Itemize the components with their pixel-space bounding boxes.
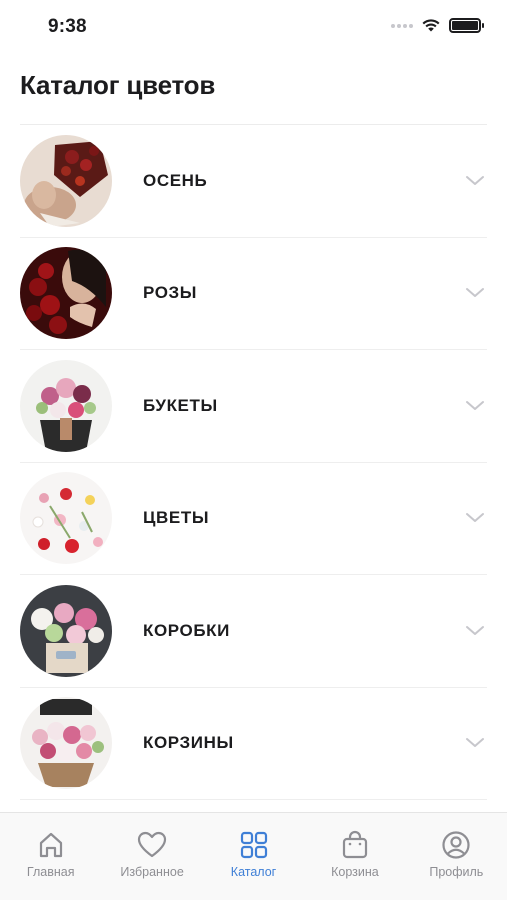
catalog-item-boxes[interactable]: КОРОБКИ <box>20 575 487 688</box>
catalog-item-label: РОЗЫ <box>143 283 198 303</box>
tab-label: Каталог <box>230 865 277 879</box>
autumn-bouquet-photo <box>20 134 112 227</box>
tab-label: Избранное <box>120 865 184 879</box>
catalog-item-label: КОРОБКИ <box>143 620 230 640</box>
tab-cart[interactable]: Корзина <box>304 813 405 900</box>
flower-box-photo <box>20 584 112 677</box>
chevron-down-icon <box>466 288 484 298</box>
wifi-icon <box>422 19 440 32</box>
catalog-item-baskets[interactable]: КОРЗИНЫ <box>20 688 487 800</box>
chevron-down-icon <box>466 400 484 410</box>
chevron-down-icon <box>466 625 484 635</box>
bouquet-photo <box>20 359 112 452</box>
tab-profile[interactable]: Профиль <box>406 813 507 900</box>
status-time: 9:38 <box>48 16 87 37</box>
chevron-down-icon <box>466 738 484 748</box>
tab-label: Главная <box>26 865 75 879</box>
catalog-item-roses[interactable]: РОЗЫ <box>20 238 487 350</box>
heart-icon <box>138 831 167 858</box>
catalog-item-label: БУКЕТЫ <box>143 395 218 415</box>
red-roses-photo <box>20 247 112 340</box>
battery-icon <box>449 18 484 33</box>
bag-icon <box>342 830 368 859</box>
catalog-list: ОСЕНЬ РОЗЫ БУКЕТЫ ЦВЕТЫ КОРОБКИ КОРЗИНЫ <box>0 125 507 800</box>
status-bar: 9:38 <box>0 0 507 56</box>
tab-catalog[interactable]: Каталог <box>203 813 304 900</box>
chevron-down-icon <box>466 175 484 185</box>
catalog-item-label: ЦВЕТЫ <box>143 508 210 528</box>
status-indicators <box>391 18 484 33</box>
user-circle-icon <box>442 831 470 859</box>
catalog-item-flowers[interactable]: ЦВЕТЫ <box>20 463 487 575</box>
flower-basket-photo <box>20 697 112 790</box>
tab-home[interactable]: Главная <box>0 813 101 900</box>
cellular-signal-icon <box>391 23 413 28</box>
chevron-down-icon <box>466 513 484 523</box>
tab-label: Профиль <box>429 865 484 879</box>
catalog-item-label: КОРЗИНЫ <box>143 733 234 753</box>
catalog-item-autumn[interactable]: ОСЕНЬ <box>20 125 487 238</box>
catalog-item-label: ОСЕНЬ <box>143 170 208 190</box>
tab-favorites[interactable]: Избранное <box>101 813 202 900</box>
catalog-item-bouquets[interactable]: БУКЕТЫ <box>20 350 487 463</box>
page-title: Каталог цветов <box>20 70 216 100</box>
flowers-flatlay-photo <box>20 472 112 565</box>
tab-label: Корзина <box>331 865 379 879</box>
tab-bar: Главная Избранное Каталог Корзина Профил… <box>0 812 507 900</box>
grid-icon <box>240 831 267 859</box>
home-icon <box>39 832 62 858</box>
